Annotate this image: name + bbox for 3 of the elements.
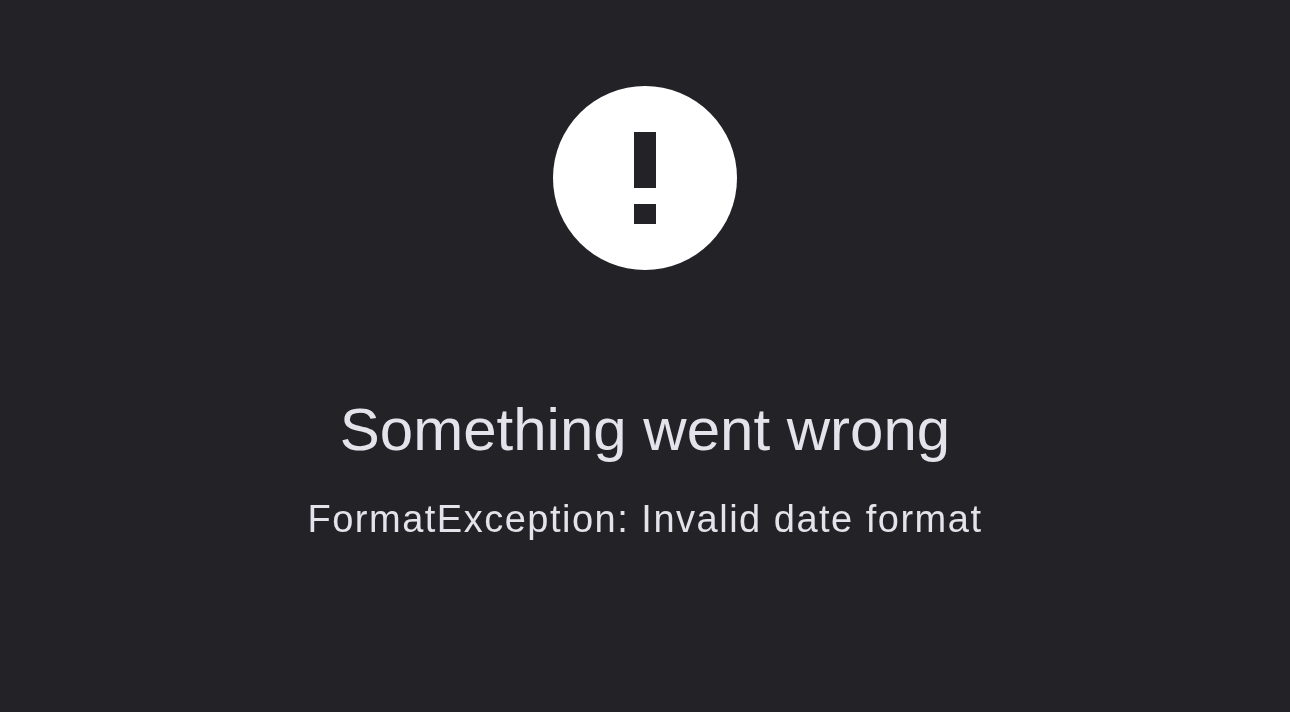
error-message: FormatException: Invalid date format (307, 497, 983, 542)
warning-icon (553, 86, 737, 270)
error-title: Something went wrong (339, 395, 951, 465)
